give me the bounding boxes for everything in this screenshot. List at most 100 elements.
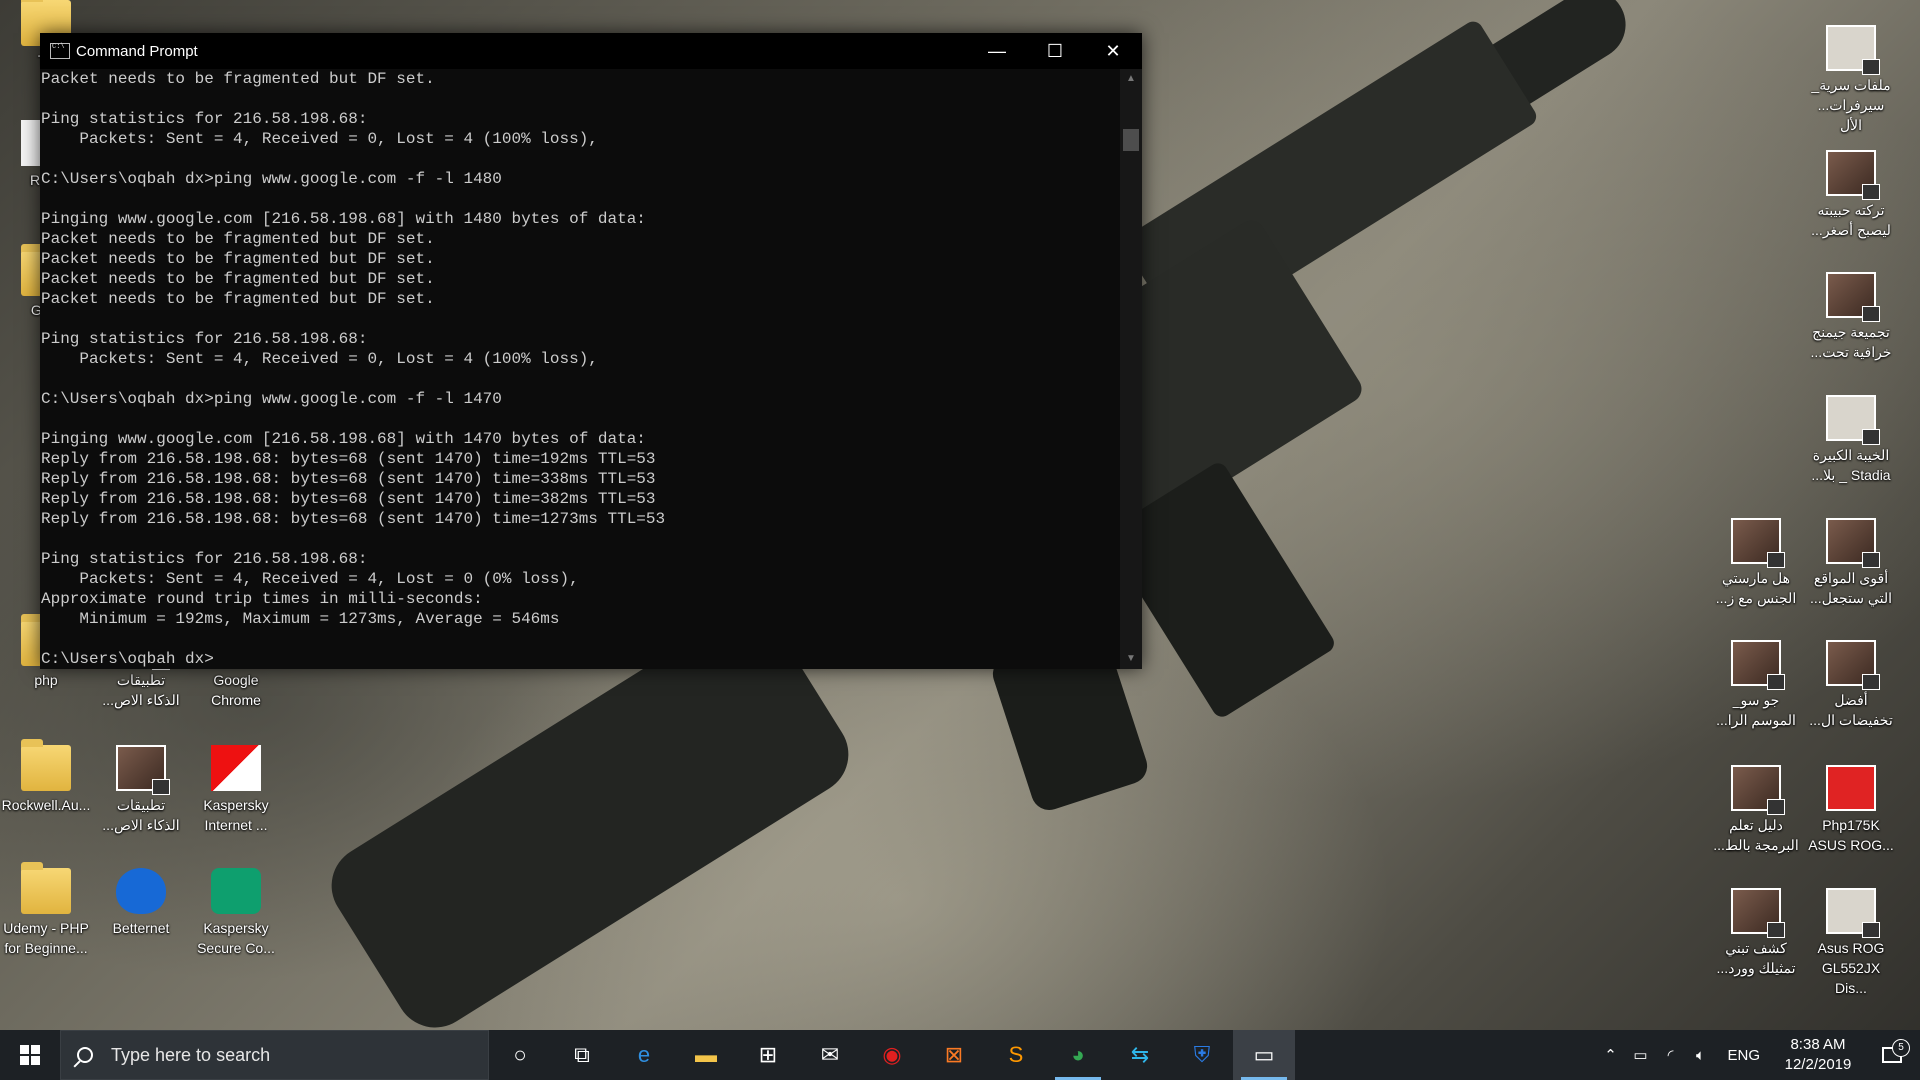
thumb-icon (1826, 518, 1880, 568)
taskbar-xampp-button[interactable]: ⊠ (923, 1030, 985, 1080)
desktop-icon-label: ...الذكاء الاص (102, 692, 180, 708)
folder-icon (21, 739, 71, 791)
thumb-icon (1826, 272, 1880, 322)
desktop-icon[interactable]: أفضل ...تخفيضات ال (1805, 640, 1897, 730)
thumb-icon (1826, 150, 1880, 200)
battery-icon[interactable]: ▭ (1625, 1046, 1655, 1064)
console-line: Packet needs to be fragmented but DF set… (41, 270, 435, 288)
desktop-icon[interactable]: هل مارستي ...الجنس مع ز (1710, 518, 1802, 608)
scroll-up-icon[interactable]: ▲ (1120, 69, 1142, 89)
volume-icon[interactable]: 🔈︎ (1685, 1047, 1715, 1064)
desktop-icon[interactable]: كشف تبني ...تمثيلك وورد (1710, 888, 1802, 978)
desktop-icon-label: Php175K (1822, 817, 1880, 833)
taskbar-sublime-button[interactable]: S (985, 1030, 1047, 1080)
quick-share-icon: ⇆ (1130, 1042, 1150, 1067)
red-app-icon: ◉ (882, 1042, 902, 1067)
language-indicator[interactable]: ENG (1727, 1047, 1760, 1064)
console-line: C:\Users\oqbah dx> (41, 650, 214, 668)
taskbar-chrome-button[interactable]: ◕ (1047, 1030, 1109, 1080)
taskbar-file-explorer-button[interactable]: ▬ (675, 1030, 737, 1080)
desktop-icon[interactable]: تجميعة جيمنج ...خرافية تحت (1805, 272, 1897, 362)
desktop-icon-label: ...بلا _ Stadia (1811, 467, 1891, 483)
start-button[interactable] (0, 1030, 60, 1080)
taskbar-quick-share-button[interactable]: ⇆ (1109, 1030, 1171, 1080)
desktop-icon[interactable]: Kaspersky Secure Co... (190, 868, 282, 958)
scroll-thumb[interactable] (1123, 129, 1139, 151)
taskbar-search-box[interactable]: Type here to search (60, 1030, 489, 1080)
desktop-icon[interactable]: أقوى المواقع ...التي ستجعل (1805, 518, 1897, 608)
scroll-down-icon[interactable]: ▼ (1120, 649, 1142, 669)
desktop-icon-label: ...تخفيضات ال (1809, 712, 1893, 728)
taskbar-edge-button[interactable]: e (613, 1030, 675, 1080)
chrome-icon: ◕ (1071, 1042, 1085, 1067)
video-icon (1826, 395, 1880, 445)
show-hidden-icons-icon[interactable]: ⌃ (1595, 1046, 1625, 1064)
taskbar-betternet-button[interactable]: ⛨ (1171, 1030, 1233, 1080)
desktop-icon-label: Betternet (112, 920, 170, 936)
search-placeholder: Type here to search (111, 1044, 271, 1065)
console-line: Ping statistics for 216.58.198.68: (41, 550, 368, 568)
desktop-icon-label: Asus ROG (1817, 940, 1885, 956)
desktop-icon[interactable]: الخيبة الكبيرة ...بلا _ Stadia (1805, 395, 1897, 485)
console-output[interactable]: Packet needs to be fragmented but DF set… (40, 69, 1120, 669)
desktop-icon-label: ...البرمجة بالط (1713, 837, 1799, 853)
window-titlebar[interactable]: Command Prompt — ☐ ✕ (40, 33, 1142, 69)
taskbar-mail-button[interactable]: ✉ (799, 1030, 861, 1080)
console-line: Packet needs to be fragmented but DF set… (41, 230, 435, 248)
wifi-icon[interactable]: ◜ (1655, 1046, 1685, 1064)
desktop-icon-label: تركته حبيبته (1817, 202, 1885, 218)
betternet-icon: ⛨ (1193, 1042, 1211, 1067)
command-prompt-window[interactable]: Command Prompt — ☐ ✕ Packet needs to be … (40, 33, 1142, 669)
desktop-icon-label: ...خرافية تحت (1810, 344, 1892, 360)
cortana-icon: ○ (513, 1042, 527, 1067)
desktop-icon[interactable]: _جو سو ...الموسم الرا (1710, 640, 1802, 730)
desktop-icon-label: تطبيقات (116, 797, 166, 813)
desktop-icon[interactable]: Betternet (95, 868, 187, 938)
notification-count: 5 (1892, 1039, 1910, 1057)
taskbar-command-prompt-button[interactable]: ▭ (1233, 1030, 1295, 1080)
console-line: Packet needs to be fragmented but DF set… (41, 70, 435, 88)
desktop-icon[interactable]: Php175K ASUS ROG... (1805, 765, 1897, 855)
console-line: Pinging www.google.com [216.58.198.68] w… (41, 430, 646, 448)
thumb-icon (1731, 888, 1785, 938)
thumb-icon (1731, 640, 1785, 690)
task-view-icon: ⧉ (574, 1042, 590, 1067)
desktop-icon[interactable]: _ملفات سرية ...سيرفرات الأل (1805, 25, 1897, 135)
action-center-button[interactable]: 5 (1864, 1039, 1920, 1063)
desktop-icon-label: ...الجنس مع ز (1715, 590, 1797, 606)
desktop-icon-label: دليل تعلم (1729, 817, 1783, 833)
minimize-button[interactable]: — (968, 33, 1026, 69)
desktop-icon[interactable]: Asus ROG GL552JX Dis... (1805, 888, 1897, 998)
desktop-icon-label: _ملفات سرية (1811, 77, 1891, 93)
desktop-icon[interactable]: Udemy - PHP for Beginne... (0, 862, 92, 958)
desktop-icon-label: Internet ... (204, 817, 268, 833)
desktop-icon[interactable]: تركته حبيبته ...ليصبح أصغر (1805, 150, 1897, 240)
clock-date: 12/2/2019 (1784, 1056, 1852, 1073)
taskbar-cortana-button[interactable]: ○ (489, 1030, 551, 1080)
thumb-icon (116, 745, 170, 795)
desktop-icon-label: أفضل (1834, 692, 1868, 708)
console-line: C:\Users\oqbah dx>ping www.google.com -f… (41, 390, 502, 408)
edge-icon: e (637, 1042, 651, 1067)
desktop-icon[interactable]: Kaspersky Internet ... (190, 745, 282, 835)
mail-icon: ✉ (820, 1042, 840, 1067)
taskbar-red-app-button[interactable]: ◉ (861, 1030, 923, 1080)
desktop-icon[interactable]: تطبيقات ...الذكاء الاص (95, 745, 187, 835)
taskbar-store-button[interactable]: ⊞ (737, 1030, 799, 1080)
maximize-button[interactable]: ☐ (1026, 33, 1084, 69)
close-button[interactable]: ✕ (1084, 33, 1142, 69)
desktop-icon[interactable]: دليل تعلم ...البرمجة بالط (1710, 765, 1802, 855)
cmd-app-icon (50, 43, 70, 59)
taskbar-task-view-button[interactable]: ⧉ (551, 1030, 613, 1080)
desktop-icon[interactable]: Rockwell.Au... (0, 739, 92, 815)
console-line: Packets: Sent = 4, Received = 0, Lost = … (41, 350, 598, 368)
sublime-icon: S (1008, 1042, 1024, 1067)
vertical-scrollbar[interactable]: ▲ ▼ (1120, 69, 1142, 669)
desktop-icon-label: Rockwell.Au... (1, 797, 91, 813)
clock[interactable]: 8:38 AM 12/2/2019 (1772, 1035, 1864, 1075)
red-icon (1826, 765, 1876, 811)
